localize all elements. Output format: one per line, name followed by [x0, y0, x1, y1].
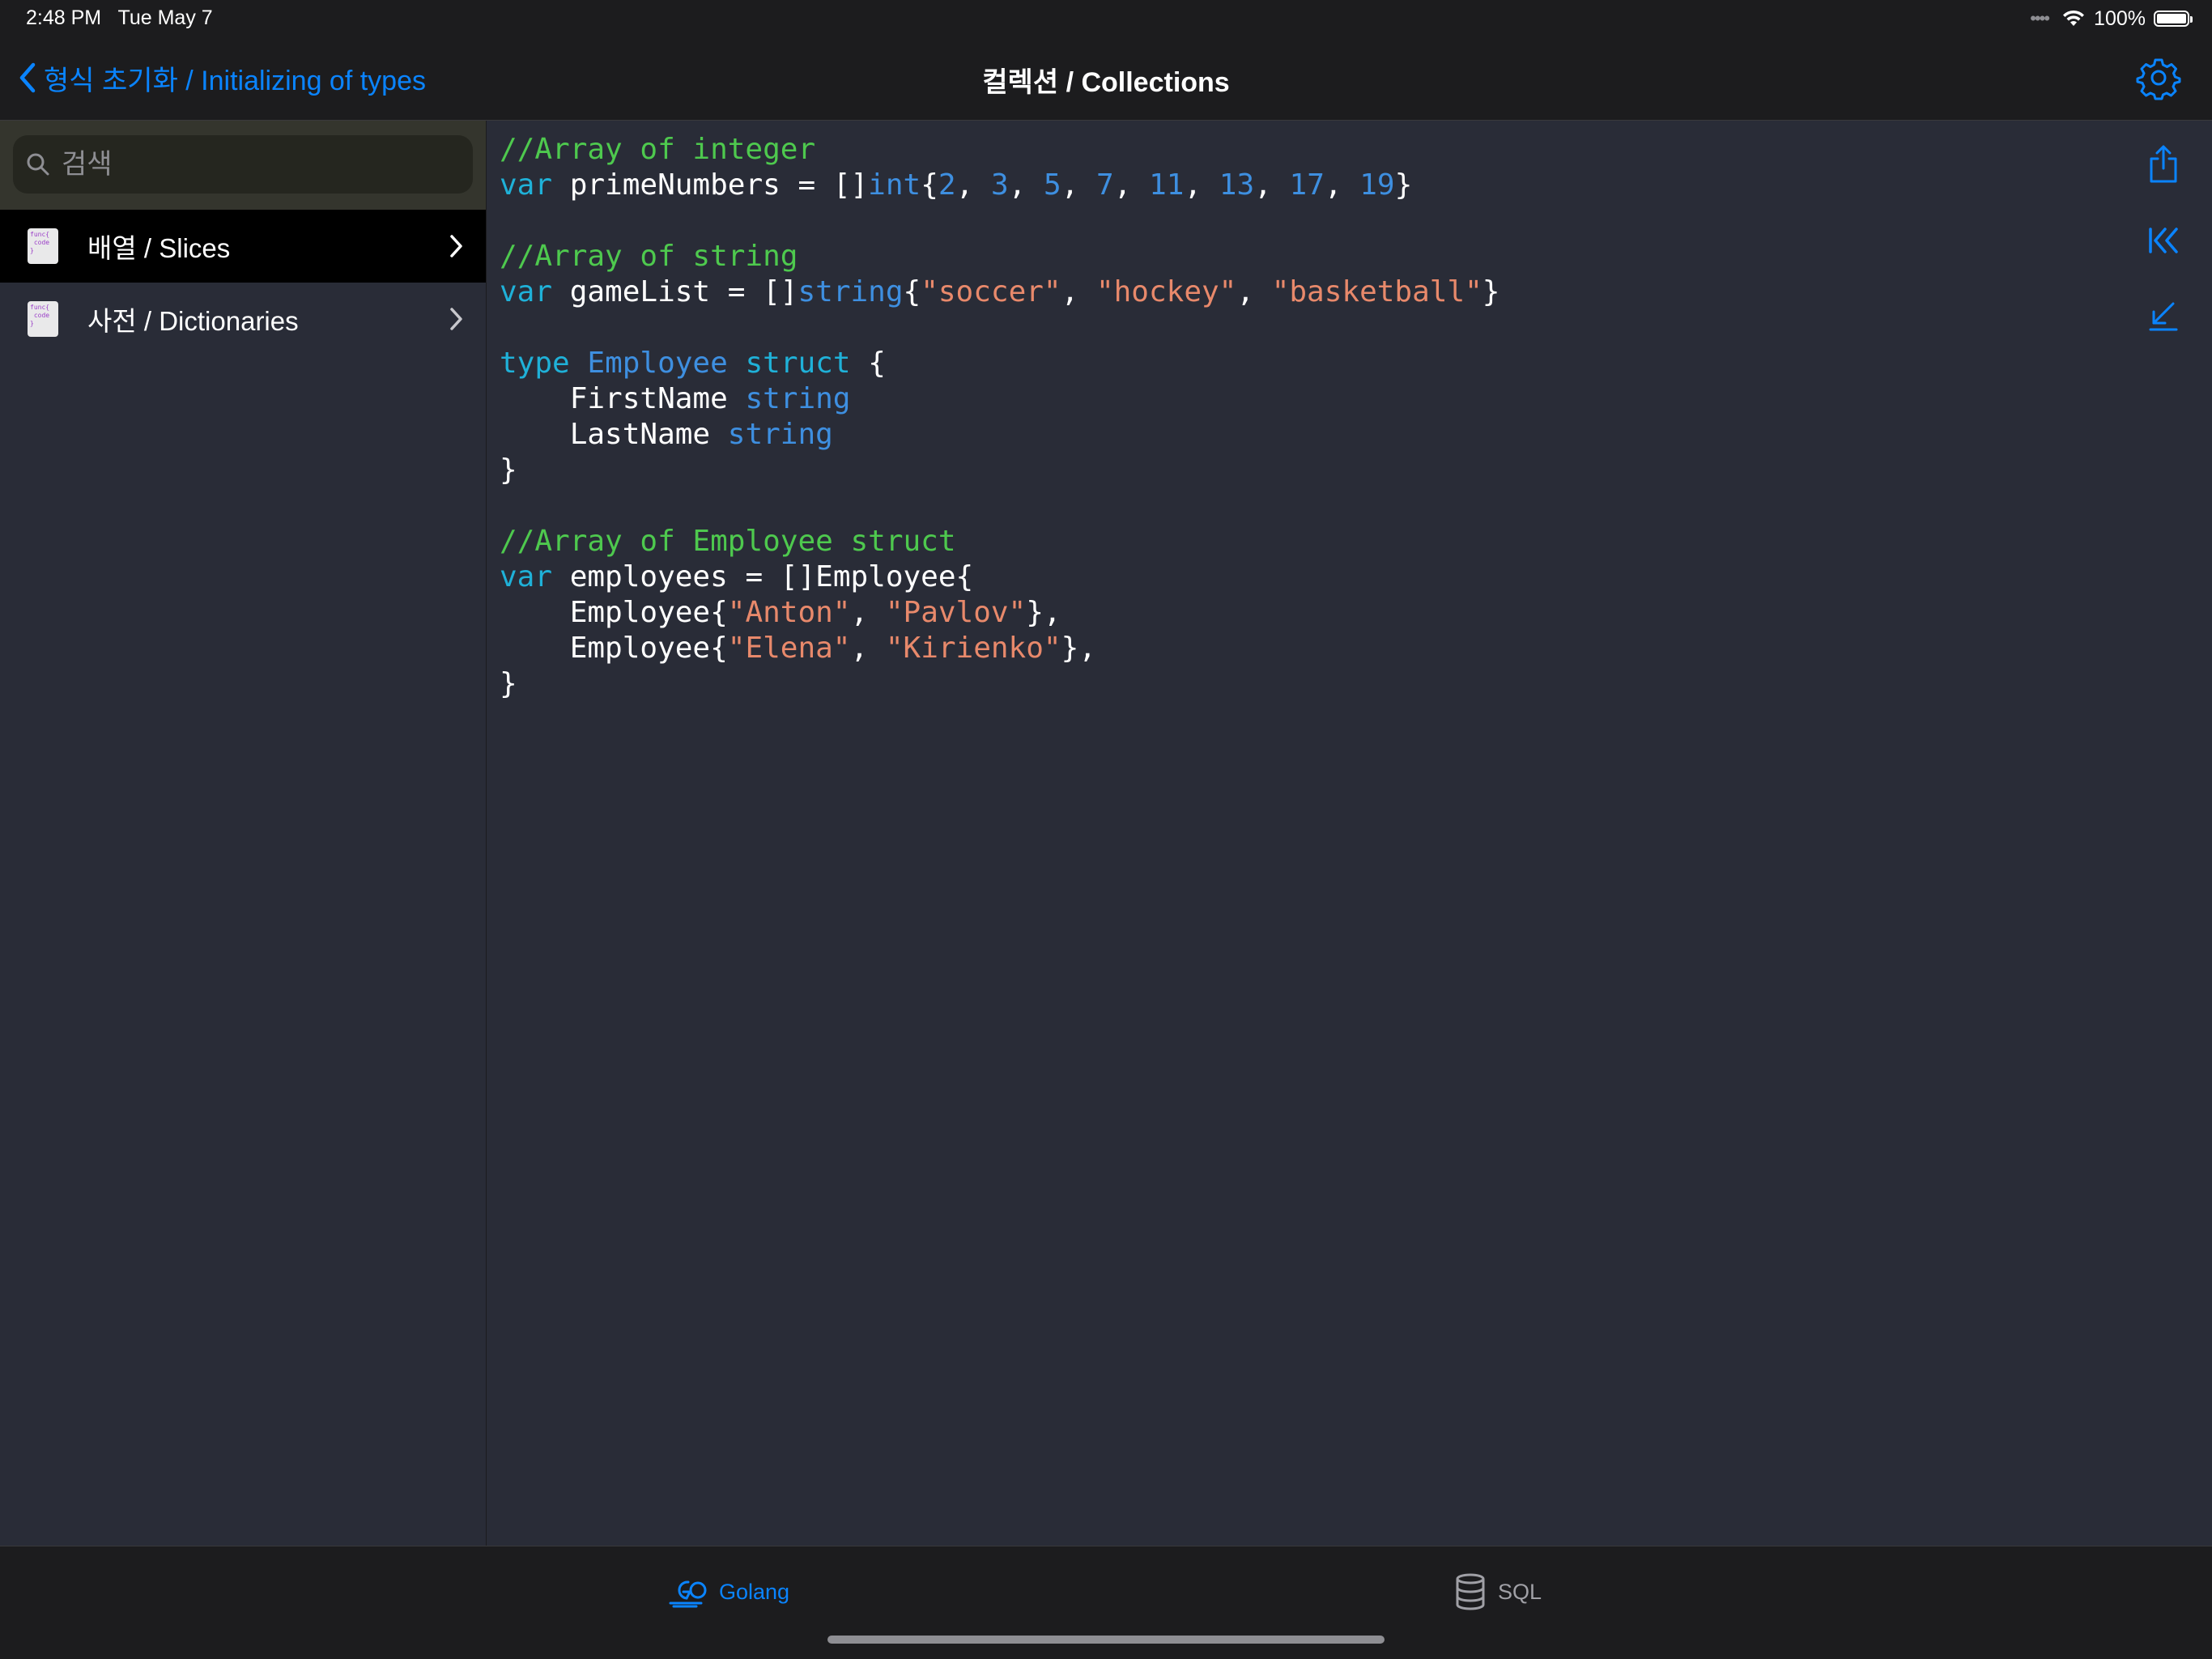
jump-to-start-button[interactable] — [2134, 211, 2193, 270]
code-text: LastName — [500, 418, 728, 451]
status-right: •••• 100% — [2030, 5, 2193, 32]
code-text: { — [850, 347, 886, 380]
wifi-icon — [2063, 10, 2085, 26]
code-text: } — [500, 667, 517, 700]
code-keyword: struct — [745, 347, 851, 380]
code-text: , — [850, 632, 886, 665]
search-bar — [0, 121, 486, 210]
gear-icon — [2136, 58, 2181, 100]
code-file-icon: func{ code} — [28, 228, 58, 264]
code-text: , — [1184, 168, 1219, 202]
code-text: , — [1236, 275, 1272, 308]
tab-label: Golang — [719, 1579, 790, 1604]
code-text: { — [921, 168, 938, 202]
cellular-icon: •••• — [2030, 8, 2050, 28]
code-text: , — [1061, 275, 1096, 308]
code-string: "basketball" — [1271, 275, 1482, 308]
download-arrow-icon — [2149, 302, 2178, 331]
code-text: Employee{ — [500, 596, 728, 629]
database-icon — [1456, 1573, 1485, 1610]
code-string: "Kirienko" — [885, 632, 1061, 665]
code-number: 11 — [1149, 168, 1185, 202]
code-number: 13 — [1219, 168, 1255, 202]
battery-percent: 100% — [2094, 6, 2146, 30]
code-number: 2 — [938, 168, 956, 202]
code-string: "Pavlov" — [885, 596, 1027, 629]
code-number: 5 — [1043, 168, 1061, 202]
tab-golang[interactable]: Golang — [669, 1569, 789, 1614]
code-text: } — [1394, 168, 1413, 202]
code-type: string — [727, 418, 833, 451]
code-keyword: type — [500, 347, 570, 380]
code-text: , — [1061, 168, 1097, 202]
code-text: }, — [1061, 632, 1096, 665]
code-type: Employee — [587, 347, 728, 380]
code-comment: //Array of integer — [500, 133, 816, 166]
code-text: primeNumbers = [] — [552, 168, 869, 202]
search-input[interactable] — [60, 147, 452, 181]
code-text: { — [903, 275, 921, 308]
status-bar: 2:48 PM Tue May 7 •••• 100% — [0, 0, 2212, 37]
code-text: } — [1482, 275, 1500, 308]
code-text: , — [1008, 168, 1044, 202]
code-text: employees = []Employee{ — [552, 560, 974, 593]
sidebar-item-dictionaries[interactable]: func{ code} 사전 / Dictionaries — [0, 283, 486, 355]
chevron-right-icon — [450, 235, 462, 257]
code-number: 17 — [1289, 168, 1325, 202]
chevron-right-icon — [450, 308, 462, 330]
editor-toolbar — [2134, 135, 2193, 364]
code-keyword: var — [500, 168, 553, 202]
page-title: 컬렉션 / Collections — [982, 67, 1230, 98]
code-text: FirstName — [500, 382, 746, 415]
code-keyword: var — [500, 560, 553, 593]
code-number: 19 — [1359, 168, 1395, 202]
code-number: 7 — [1096, 168, 1114, 202]
code-keyword: var — [500, 275, 553, 308]
search-box[interactable] — [13, 135, 473, 194]
sidebar-item-label: 사전 / Dictionaries — [87, 306, 299, 336]
tab-sql[interactable]: SQL — [1454, 1569, 1542, 1614]
sidebar-item-label: 배열 / Slices — [87, 233, 231, 263]
code-text: , — [1113, 168, 1150, 202]
code-editor: //Array of integer var primeNumbers = []… — [487, 121, 2212, 1546]
code-comment: //Array of Employee struct — [500, 525, 956, 558]
code-text: gameList = [] — [552, 275, 798, 308]
status-time: 2:48 PM Tue May 7 — [26, 6, 213, 30]
tab-label: SQL — [1498, 1579, 1542, 1604]
code-string: "soccer" — [921, 275, 1061, 308]
code-text: } — [500, 453, 517, 487]
status-date: Tue May 7 — [117, 6, 213, 29]
download-button[interactable] — [2134, 287, 2193, 346]
code-type: int — [868, 168, 921, 202]
share-button[interactable] — [2134, 135, 2193, 194]
code-text: }, — [1026, 596, 1061, 629]
code-block[interactable]: //Array of integer var primeNumbers = []… — [500, 132, 1499, 702]
code-text: Employee{ — [500, 632, 728, 665]
sidebar-item-slices[interactable]: func{ code} 배열 / Slices — [0, 210, 486, 283]
code-number: 3 — [990, 168, 1009, 202]
code-text: , — [850, 596, 886, 629]
sidebar: func{ code} 배열 / Slices func{ code} 사전 /… — [0, 121, 487, 1546]
code-comment: //Array of string — [500, 240, 798, 273]
share-icon — [2150, 145, 2177, 183]
code-type: string — [798, 275, 904, 308]
code-file-icon: func{ code} — [28, 301, 58, 337]
jump-to-start-icon — [2149, 228, 2178, 253]
code-string: "Anton" — [727, 596, 851, 629]
code-text: , — [1254, 168, 1290, 202]
code-text: , — [1324, 168, 1360, 202]
go-logo-icon — [669, 1580, 707, 1608]
settings-button[interactable] — [2136, 55, 2181, 100]
code-text: , — [955, 168, 991, 202]
battery-icon — [2154, 11, 2193, 27]
code-string: "Elena" — [727, 632, 851, 665]
code-string: "hockey" — [1095, 275, 1237, 308]
status-clock: 2:48 PM — [26, 6, 102, 29]
code-type: string — [745, 382, 851, 415]
home-indicator[interactable] — [827, 1636, 1385, 1644]
search-icon — [27, 153, 49, 176]
navigation-bar: 형식 초기화 / Initializing of types 컬렉션 / Col… — [0, 37, 2212, 121]
